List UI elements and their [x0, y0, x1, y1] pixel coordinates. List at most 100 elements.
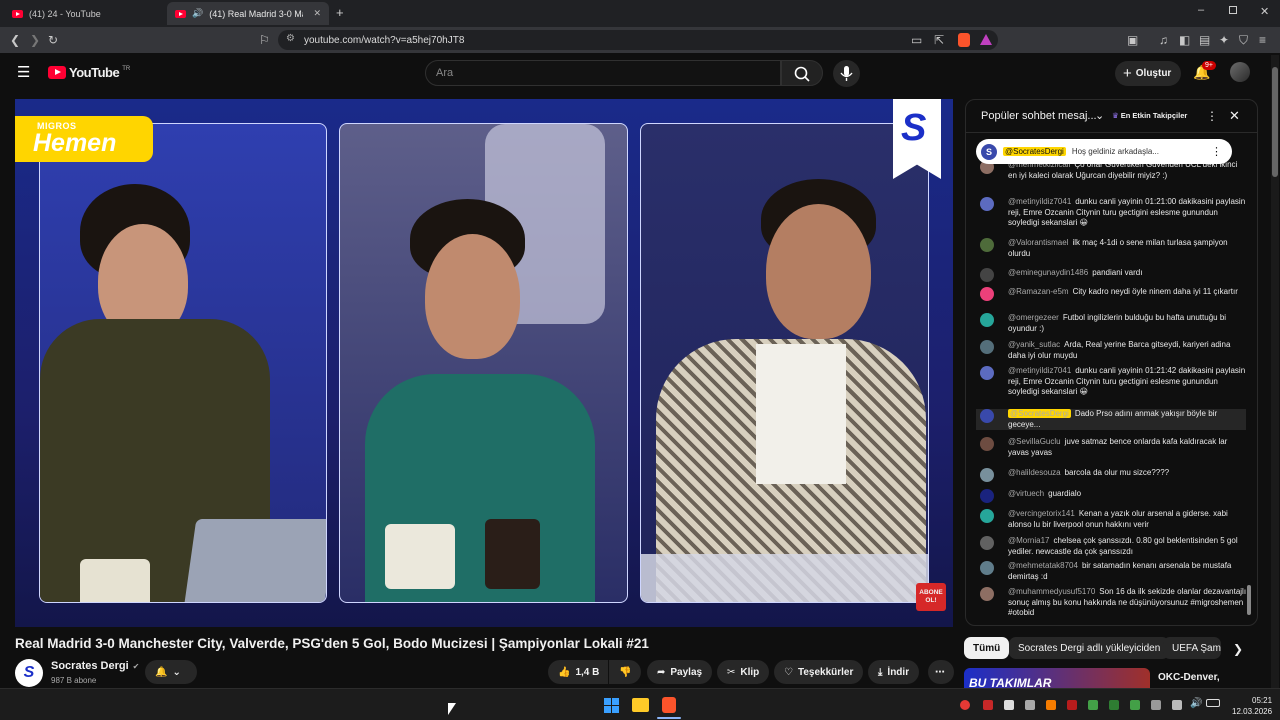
- thanks-button[interactable]: ♡ Teşekkürler: [774, 660, 864, 684]
- chat-avatar[interactable]: [980, 437, 994, 451]
- chat-message[interactable]: @mehmetatak8704 bir satamadın kenanı arse…: [980, 561, 1248, 582]
- chat-author[interactable]: @metinyildiz7041: [1008, 197, 1071, 206]
- chat-scrollbar[interactable]: [1247, 585, 1251, 615]
- chat-author[interactable]: @Valorantismael: [1008, 238, 1068, 247]
- chat-author[interactable]: @SocratesDergi: [1008, 409, 1071, 418]
- windows-start-icon[interactable]: [604, 698, 619, 713]
- tab-current-video[interactable]: 🔊 (41) Real Madrid 3-0 Manchester ✕: [167, 2, 329, 25]
- chat-avatar[interactable]: [980, 587, 994, 601]
- top-fans-badge[interactable]: ♛ En Etkin Takipçiler: [1112, 111, 1187, 120]
- chat-author[interactable]: @mehmetatak8704: [1008, 561, 1078, 570]
- minimize-icon[interactable]: –: [1198, 4, 1204, 16]
- like-button[interactable]: 👍 1,4 B: [548, 660, 608, 684]
- tray-app-icon[interactable]: [1025, 700, 1035, 710]
- video-player[interactable]: MIGROS Hemen S ABONE OL!: [15, 99, 953, 627]
- close-chat-icon[interactable]: ✕: [1229, 108, 1240, 124]
- chat-avatar[interactable]: [980, 340, 994, 354]
- chat-avatar[interactable]: [980, 468, 994, 482]
- chat-message[interactable]: @metinyildiz7041 dunku canli yayinin 01:2…: [980, 366, 1248, 398]
- chips-next-icon[interactable]: ❯: [1233, 642, 1243, 656]
- chat-avatar[interactable]: [980, 313, 994, 327]
- chat-author[interactable]: @SevillaGuclu: [1008, 437, 1061, 446]
- share-icon[interactable]: ⇱: [934, 27, 944, 53]
- tray-app-icon[interactable]: [983, 700, 993, 710]
- clock[interactable]: 05:21 12.03.2026: [1232, 695, 1272, 717]
- screenshot-icon[interactable]: ▣: [1127, 27, 1138, 53]
- tray-app-icon[interactable]: [960, 700, 970, 710]
- page-scrollbar[interactable]: [1271, 55, 1279, 688]
- chat-message[interactable]: @Valorantismael ilk maç 4-1di o sene mila…: [980, 238, 1248, 259]
- chat-message[interactable]: @virtuech guardialo: [980, 489, 1248, 503]
- page-scroll-thumb[interactable]: [1272, 67, 1278, 177]
- chat-message[interactable]: @vercingetorix141 Kenan a yazık olur arse…: [980, 509, 1248, 530]
- reload-icon[interactable]: ↻: [48, 27, 58, 53]
- chat-avatar[interactable]: [980, 238, 994, 252]
- tray-app-icon[interactable]: [1088, 700, 1098, 710]
- chat-author[interactable]: @metinyildiz7041: [1008, 366, 1071, 375]
- youtube-logo[interactable]: YouTube TR: [48, 65, 130, 80]
- dislike-button[interactable]: 👎: [609, 660, 641, 684]
- tab-youtube-home[interactable]: (41) 24 - YouTube: [4, 2, 164, 25]
- vpn-icon[interactable]: ⛉: [1239, 27, 1248, 53]
- tray-app-icon[interactable]: [1109, 700, 1119, 710]
- clip-button[interactable]: ✂ Klip: [717, 660, 770, 684]
- brave-shield-icon[interactable]: [958, 33, 970, 47]
- brave-taskbar-icon[interactable]: [662, 697, 676, 713]
- share-button[interactable]: ➦ Paylaş: [647, 660, 713, 684]
- search-button[interactable]: [781, 60, 823, 86]
- voice-search-button[interactable]: [833, 60, 860, 87]
- maximize-icon[interactable]: [1229, 6, 1237, 14]
- download-button[interactable]: ⤓ İndir: [868, 660, 920, 684]
- chat-author[interactable]: @yanik_sutlac: [1008, 340, 1060, 349]
- tray-app-icon[interactable]: [1172, 700, 1182, 710]
- chat-avatar[interactable]: [980, 536, 994, 550]
- pinned-more-icon[interactable]: ⋮: [1211, 145, 1222, 158]
- new-tab-icon[interactable]: +: [336, 5, 344, 20]
- chip-uploader[interactable]: Socrates Dergi adlı yükleyiciden: [1009, 637, 1170, 659]
- close-tab-icon[interactable]: ✕: [313, 8, 321, 19]
- chat-message[interactable]: @metinyildiz7041 dunku canli yayinin 01:2…: [980, 197, 1248, 229]
- channel-avatar[interactable]: S: [15, 659, 43, 687]
- more-options-icon[interactable]: ⋮: [1206, 109, 1218, 123]
- site-info-icon[interactable]: ⚙: [286, 33, 295, 44]
- search-input[interactable]: Ara: [425, 60, 781, 86]
- wallet-icon[interactable]: ▤: [1199, 27, 1210, 53]
- address-bar[interactable]: ⚙ youtube.com/watch?v=a5hej70hJT8: [278, 30, 998, 50]
- chat-author[interactable]: @halildesouza: [1008, 468, 1061, 477]
- chat-message[interactable]: @Mornia17 chelsea çok şanssızdı. 0.80 gol…: [980, 536, 1248, 557]
- chevron-down-icon[interactable]: ⌄: [1095, 109, 1104, 122]
- chat-author[interactable]: @eminegunaydin1486: [1008, 268, 1088, 277]
- chat-avatar[interactable]: [980, 561, 994, 575]
- chat-author[interactable]: @muhammedyusuf5170: [1008, 587, 1095, 596]
- close-window-icon[interactable]: ✕: [1260, 5, 1269, 18]
- channel-name-link[interactable]: Socrates Dergi ✔: [51, 660, 139, 672]
- chat-avatar[interactable]: [980, 509, 994, 523]
- chat-author[interactable]: @virtuech: [1008, 489, 1044, 498]
- more-actions-button[interactable]: ⋯: [928, 660, 954, 684]
- tray-app-icon[interactable]: [1004, 700, 1014, 710]
- chat-avatar[interactable]: [980, 366, 994, 380]
- chat-author[interactable]: @vercingetorix141: [1008, 509, 1075, 518]
- chat-avatar[interactable]: [980, 197, 994, 211]
- bookmark-icon[interactable]: ⚐: [259, 27, 270, 53]
- account-avatar[interactable]: [1230, 62, 1250, 82]
- file-explorer-icon[interactable]: [632, 698, 649, 712]
- battery-icon[interactable]: [1206, 699, 1220, 707]
- media-icon[interactable]: ♫: [1159, 27, 1168, 53]
- volume-icon[interactable]: 🔊: [1190, 698, 1202, 709]
- chat-avatar[interactable]: [980, 409, 994, 423]
- chat-message[interactable]: @eminegunaydin1486 pandiani vardı: [980, 268, 1248, 282]
- tray-app-icon[interactable]: [1046, 700, 1056, 710]
- back-icon[interactable]: ❮: [10, 27, 20, 53]
- create-button[interactable]: + Oluştur: [1115, 61, 1181, 86]
- notifications-button[interactable]: 🔔 9+: [1193, 61, 1216, 81]
- chip-uefa[interactable]: UEFA Şamp: [1163, 637, 1221, 659]
- tray-app-icon[interactable]: [1067, 700, 1077, 710]
- chat-message[interactable]: @muhammedyusuf5170 Son 16 da ilk sekizde …: [980, 587, 1248, 619]
- chat-author[interactable]: @Ramazan-e5m: [1008, 287, 1069, 296]
- sidebar-icon[interactable]: ◧: [1179, 27, 1190, 53]
- chat-message[interactable]: @Ramazan-e5m City kadro neydi öyle ninem …: [980, 287, 1248, 301]
- subscription-bell-button[interactable]: 🔔 ⌄: [145, 660, 197, 684]
- forward-icon[interactable]: ❯: [30, 27, 40, 53]
- pinned-message[interactable]: S @SocratesDergi Hoş geldiniz arkadaşla.…: [976, 139, 1232, 164]
